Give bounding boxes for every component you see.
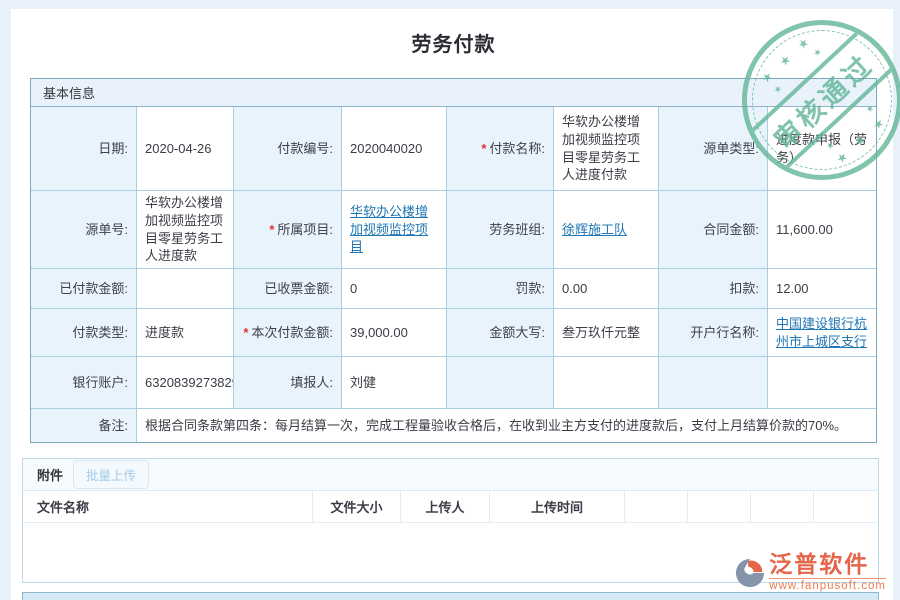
field-label-remark: 备注: [31, 409, 137, 442]
field-value-date: 2020-04-26 [137, 107, 234, 191]
field-value-remark: 根据合同条款第四条：每月结算一次，完成工程量验收合格后，在收到业主方支付的进度款… [137, 409, 876, 442]
page-title: 劳务付款 [30, 28, 877, 57]
column-empty [625, 491, 688, 522]
batch-upload-button[interactable]: 批量上传 [73, 460, 149, 489]
field-value-current-payment: 39,000.00 [342, 309, 447, 357]
field-value-bank-name: 中国建设银行杭州市上城区支行 [768, 309, 876, 357]
required-mark: * [243, 324, 248, 342]
field-label-deduction: 扣款: [659, 269, 768, 309]
field-label-labor-team: 劳务班组: [447, 191, 554, 269]
column-upload-time: 上传时间 [490, 491, 625, 522]
field-value-deduction: 12.00 [768, 269, 876, 309]
field-label-project: *所属项目: [234, 191, 342, 269]
field-value-amount-words: 叁万玖仟元整 [554, 309, 659, 357]
field-value-invoiced-amount: 0 [342, 269, 447, 309]
labor-team-link[interactable]: 徐辉施工队 [562, 221, 627, 239]
vendor-text: 泛普软件 www.fanpusoft.com [769, 553, 886, 592]
basic-info-title: 基本信息 [43, 83, 95, 102]
required-mark: * [269, 221, 274, 239]
field-value-payment-type: 进度款 [137, 309, 234, 357]
column-uploader: 上传人 [401, 491, 490, 522]
field-label-current-payment: *本次付款金额: [234, 309, 342, 357]
basic-info-section: 基本信息 日期: 2020-04-26 付款编号: 2020040020 *付款… [30, 78, 877, 443]
attachments-table-header: 文件名称 文件大小 上传人 上传时间 [23, 491, 878, 523]
field-value-payment-no: 2020040020 [342, 107, 447, 191]
field-value-penalty: 0.00 [554, 269, 659, 309]
empty-label-cell [659, 357, 768, 409]
empty-value-cell [554, 357, 659, 409]
field-label-amount-words: 金额大写: [447, 309, 554, 357]
field-label-payment-no: 付款编号: [234, 107, 342, 191]
field-label-date: 日期: [31, 107, 137, 191]
basic-info-table: 日期: 2020-04-26 付款编号: 2020040020 *付款名称: 华… [31, 107, 876, 442]
field-value-bank-account: 632083927382928 [137, 357, 234, 409]
next-section-header [22, 592, 879, 600]
bank-name-link[interactable]: 中国建设银行杭州市上城区支行 [776, 315, 868, 350]
field-label-source-no: 源单号: [31, 191, 137, 269]
column-empty [814, 491, 878, 522]
project-link[interactable]: 华软办公楼增加视频监控项目 [350, 203, 438, 256]
field-label-bank-name: 开户行名称: [659, 309, 768, 357]
column-empty [688, 491, 751, 522]
field-label-invoiced-amount: 已收票金额: [234, 269, 342, 309]
vendor-url: www.fanpusoft.com [769, 578, 886, 592]
field-label-payment-name: *付款名称: [447, 107, 554, 191]
attachments-header: 附件 批量上传 [23, 459, 878, 491]
field-value-labor-team: 徐辉施工队 [554, 191, 659, 269]
field-value-contract-amount: 11,600.00 [768, 191, 876, 269]
field-label-preparer: 填报人: [234, 357, 342, 409]
field-label-contract-amount: 合同金额: [659, 191, 768, 269]
field-label-bank-account: 银行账户: [31, 357, 137, 409]
column-file-name: 文件名称 [23, 491, 313, 522]
field-value-paid-amount [137, 269, 234, 309]
field-value-source-no: 华软办公楼增加视频监控项目零星劳务工人进度款 [137, 191, 234, 269]
field-value-source-type: 进度款申报（劳务） [768, 107, 876, 191]
required-mark: * [481, 140, 486, 158]
empty-value-cell [768, 357, 876, 409]
field-label-source-type: 源单类型: [659, 107, 768, 191]
field-value-project: 华软办公楼增加视频监控项目 [342, 191, 447, 269]
vendor-watermark: 泛普软件 www.fanpusoft.com [735, 553, 886, 592]
field-label-payment-type: 付款类型: [31, 309, 137, 357]
vendor-brand-name: 泛普软件 [769, 553, 886, 576]
column-file-size: 文件大小 [313, 491, 401, 522]
attachments-title: 附件 [37, 465, 63, 484]
basic-info-header: 基本信息 [31, 79, 876, 107]
vendor-logo-icon [735, 558, 765, 588]
field-value-payment-name: 华软办公楼增加视频监控项目零星劳务工人进度付款 [554, 107, 659, 191]
field-label-paid-amount: 已付款金额: [31, 269, 137, 309]
empty-label-cell [447, 357, 554, 409]
column-empty [751, 491, 814, 522]
field-value-preparer: 刘健 [342, 357, 447, 409]
field-label-penalty: 罚款: [447, 269, 554, 309]
